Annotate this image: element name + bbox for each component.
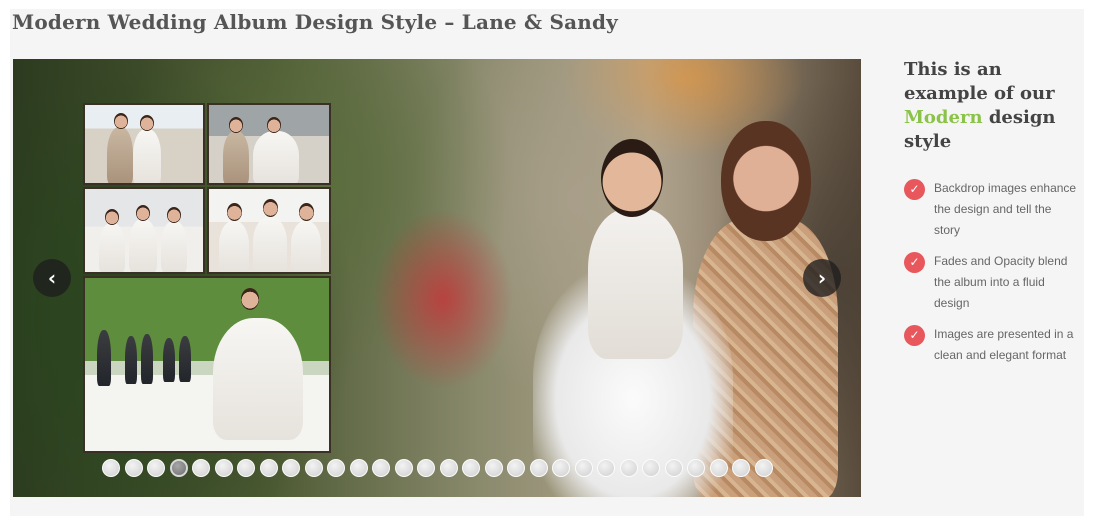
album-collage bbox=[83, 103, 331, 453]
slide-dot[interactable] bbox=[417, 459, 435, 477]
collage-photo-2 bbox=[207, 103, 331, 185]
slide-dot[interactable] bbox=[304, 459, 323, 477]
previous-slide-glyph: ‹ bbox=[47, 266, 57, 290]
slide-dot[interactable] bbox=[597, 459, 615, 477]
slide-dot[interactable] bbox=[732, 459, 750, 477]
heading-accent: Modern bbox=[904, 107, 983, 128]
feature-text: Images are presented in a clean and eleg… bbox=[934, 327, 1074, 362]
heading-text-before: This is an example of our bbox=[904, 59, 1055, 104]
check-circle-icon: ✓ bbox=[904, 252, 925, 273]
side-heading: This is an example of our Modern design … bbox=[904, 58, 1080, 154]
feature-list: ✓ Backdrop images enhance the design and… bbox=[904, 178, 1080, 366]
slide-dot[interactable] bbox=[552, 459, 570, 477]
slide-dot[interactable] bbox=[192, 459, 210, 477]
slide-dot[interactable] bbox=[709, 459, 728, 477]
slide-dot[interactable] bbox=[574, 459, 593, 477]
slide-dot[interactable] bbox=[259, 459, 278, 477]
slide-dot[interactable] bbox=[687, 459, 705, 477]
next-slide-glyph: › bbox=[817, 266, 827, 290]
slide-dot[interactable] bbox=[507, 459, 525, 477]
slide-dot[interactable] bbox=[484, 459, 503, 477]
list-item: ✓ Fades and Opacity blend the album into… bbox=[904, 251, 1080, 314]
list-item: ✓ Backdrop images enhance the design and… bbox=[904, 178, 1080, 241]
collage-photo-3 bbox=[83, 187, 205, 274]
check-circle-icon: ✓ bbox=[904, 325, 925, 346]
album-slideshow[interactable]: ‹ › bbox=[13, 59, 861, 497]
collage-photo-5 bbox=[83, 276, 331, 453]
slide-dot[interactable] bbox=[462, 459, 480, 477]
slide-dot[interactable] bbox=[664, 459, 683, 477]
check-circle-icon: ✓ bbox=[904, 179, 925, 200]
feature-text: Fades and Opacity blend the album into a… bbox=[934, 254, 1068, 310]
background-photo-friend-head bbox=[721, 121, 811, 241]
slide-dot[interactable] bbox=[372, 459, 390, 477]
slide-dot[interactable] bbox=[282, 459, 300, 477]
slide-dot[interactable] bbox=[394, 459, 413, 477]
slide-dot[interactable] bbox=[147, 459, 165, 477]
style-description: This is an example of our Modern design … bbox=[904, 58, 1080, 376]
slide-dot[interactable] bbox=[214, 459, 233, 477]
page-title: Modern Wedding Album Design Style – Lane… bbox=[12, 10, 618, 34]
slide-dot[interactable] bbox=[754, 459, 773, 477]
slide-dot[interactable] bbox=[169, 459, 188, 477]
background-photo-bride-head bbox=[601, 139, 663, 217]
feature-text: Backdrop images enhance the design and t… bbox=[934, 181, 1077, 237]
slide-dot[interactable] bbox=[349, 459, 368, 477]
slide-dot[interactable] bbox=[237, 459, 255, 477]
chevron-right-icon[interactable]: › bbox=[803, 259, 841, 297]
slide-pagination bbox=[102, 459, 773, 477]
collage-photo-4 bbox=[207, 187, 331, 274]
slide-dot[interactable] bbox=[439, 459, 458, 477]
slide-dot[interactable] bbox=[642, 459, 660, 477]
slide-dot[interactable] bbox=[529, 459, 548, 477]
slide-dot[interactable] bbox=[102, 459, 120, 477]
background-photo-bride bbox=[588, 209, 683, 359]
slide-dot[interactable] bbox=[124, 459, 143, 477]
slide-dot[interactable] bbox=[327, 459, 345, 477]
list-item: ✓ Images are presented in a clean and el… bbox=[904, 324, 1080, 366]
chevron-left-icon[interactable]: ‹ bbox=[33, 259, 71, 297]
slide-dot[interactable] bbox=[619, 459, 638, 477]
collage-photo-1 bbox=[83, 103, 205, 185]
